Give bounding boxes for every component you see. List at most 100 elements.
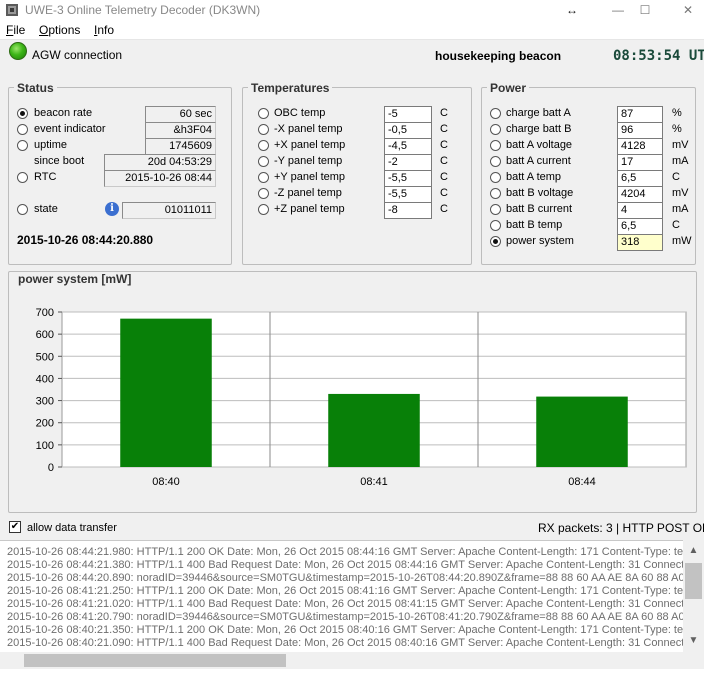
temp-radio-minus-y[interactable] xyxy=(258,156,269,167)
y-tick-label: 0 xyxy=(48,462,54,474)
temp-value-plus-y: -5,5 xyxy=(384,170,432,187)
power-unit-batt-b-voltage: mV xyxy=(672,187,689,199)
temp-unit-minus-z: C xyxy=(440,187,448,199)
event-indicator-value: &h3F04 xyxy=(145,122,216,139)
beacon-type: housekeeping beacon xyxy=(435,49,562,63)
y-tick-label: 400 xyxy=(36,373,54,385)
rtc-radio[interactable] xyxy=(17,172,28,183)
power-radio-batt-a-current[interactable] xyxy=(490,156,501,167)
y-tick-label: 500 xyxy=(36,351,54,363)
y-tick-label: 300 xyxy=(36,396,54,408)
temp-radio-plus-y[interactable] xyxy=(258,172,269,183)
temp-unit-plus-y: C xyxy=(440,171,448,183)
temp-radio-plus-z[interactable] xyxy=(258,204,269,215)
scroll-down-arrow-icon[interactable]: ▼ xyxy=(683,632,704,650)
power-value-batt-a-temp: 6,5 xyxy=(617,170,663,187)
since-boot-value: 20d 04:53:29 xyxy=(104,154,216,171)
connection-label: AGW connection xyxy=(32,48,123,62)
power-radio-power-system[interactable] xyxy=(490,236,501,247)
temp-radio-plus-x[interactable] xyxy=(258,140,269,151)
resize-arrows-icon[interactable]: ↔ xyxy=(552,0,592,20)
temp-label-plus-y: +Y panel temp xyxy=(274,171,346,183)
power-bar-chart: 0 100 200 300 400 500 600 700 08:40 08:41 08:44 xyxy=(36,307,687,488)
log-vertical-scroll-thumb[interactable] xyxy=(685,563,702,599)
power-unit-batt-a-voltage: mV xyxy=(672,139,689,151)
state-label: state xyxy=(34,203,58,215)
power-radio-batt-a-temp[interactable] xyxy=(490,172,501,183)
log-line: 2015-10-26 08:44:21.380: HTTP/1.1 400 Ba… xyxy=(7,559,693,571)
allow-data-transfer-label: allow data transfer xyxy=(27,522,117,534)
log-line: 2015-10-26 08:41:21.250: HTTP/1.1 200 OK… xyxy=(7,585,692,597)
event-indicator-radio[interactable] xyxy=(17,124,28,135)
bar xyxy=(120,318,212,467)
power-value-batt-a-voltage: 4128 xyxy=(617,138,663,155)
maximize-button[interactable]: ☐ xyxy=(625,0,665,20)
power-unit-charge-a: % xyxy=(672,107,682,119)
scroll-up-arrow-icon[interactable]: ▲ xyxy=(683,542,704,560)
log-line: 2015-10-26 08:40:21.350: HTTP/1.1 200 OK… xyxy=(7,624,692,636)
close-button[interactable]: ✕ xyxy=(668,0,704,20)
temp-value-plus-x: -4,5 xyxy=(384,138,432,155)
power-value-batt-a-current: 17 xyxy=(617,154,663,171)
uptime-label: uptime xyxy=(34,139,68,151)
menu-info[interactable]: Info xyxy=(94,23,114,37)
power-radio-charge-b[interactable] xyxy=(490,124,501,135)
window-title: UWE-3 Online Telemetry Decoder (DK3WN) xyxy=(25,3,261,17)
power-radio-charge-a[interactable] xyxy=(490,108,501,119)
power-label-batt-b-current: batt B current xyxy=(506,203,573,215)
power-label-charge-b: charge batt B xyxy=(506,123,572,135)
power-radio-batt-b-current[interactable] xyxy=(490,204,501,215)
y-tick-label: 200 xyxy=(36,418,54,430)
temp-value-minus-z: -5,5 xyxy=(384,186,432,203)
rtc-value: 2015-10-26 08:44 xyxy=(104,170,216,187)
log-line: 2015-10-26 08:44:20.890: noradID=39446&s… xyxy=(7,572,700,584)
log-line: 2015-10-26 08:41:20.790: noradID=39446&s… xyxy=(7,611,700,623)
rx-status: RX packets: 3 | HTTP POST OK: 3 xyxy=(538,521,704,535)
log-horizontal-scroll-thumb[interactable] xyxy=(24,654,286,667)
temperatures-title: Temperatures xyxy=(248,81,333,95)
power-unit-batt-b-current: mA xyxy=(672,203,689,215)
uptime-radio[interactable] xyxy=(17,140,28,151)
beacon-rate-radio[interactable] xyxy=(17,108,28,119)
temp-radio-obc[interactable] xyxy=(258,108,269,119)
power-value-batt-b-temp: 6,5 xyxy=(617,218,663,235)
chart-title: power system [mW] xyxy=(15,272,135,286)
power-value-charge-b: 96 xyxy=(617,122,663,139)
connection-led-icon xyxy=(9,42,27,60)
power-unit-batt-a-current: mA xyxy=(672,155,689,167)
temp-value-minus-x: -0,5 xyxy=(384,122,432,139)
temp-unit-plus-z: C xyxy=(440,203,448,215)
log-line: 2015-10-26 08:41:21.020: HTTP/1.1 400 Ba… xyxy=(7,598,693,610)
app-icon xyxy=(6,4,18,16)
power-radio-batt-b-voltage[interactable] xyxy=(490,188,501,199)
power-radio-batt-a-voltage[interactable] xyxy=(490,140,501,151)
temp-radio-minus-z[interactable] xyxy=(258,188,269,199)
temp-unit-plus-x: C xyxy=(440,139,448,151)
power-unit-batt-b-temp: C xyxy=(672,219,680,231)
power-label-batt-a-temp: batt A temp xyxy=(506,171,562,183)
power-radio-batt-b-temp[interactable] xyxy=(490,220,501,231)
beacon-rate-label: beacon rate xyxy=(34,107,93,119)
temp-unit-obc: C xyxy=(440,107,448,119)
temp-label-minus-z: -Z panel temp xyxy=(274,187,342,199)
menu-file[interactable]: File xyxy=(6,23,25,37)
state-radio[interactable] xyxy=(17,204,28,215)
allow-data-transfer-checkbox[interactable]: ✔ xyxy=(9,521,21,533)
temp-radio-minus-x[interactable] xyxy=(258,124,269,135)
temp-label-plus-x: +X panel temp xyxy=(274,139,346,151)
temp-unit-minus-y: C xyxy=(440,155,448,167)
info-icon[interactable]: i xyxy=(105,202,119,216)
power-label-batt-b-temp: batt B temp xyxy=(506,219,563,231)
since-boot-label: since boot xyxy=(34,155,85,167)
power-label-charge-a: charge batt A xyxy=(506,107,571,119)
menu-options[interactable]: Options xyxy=(39,23,80,37)
power-label-power-system: power system xyxy=(506,235,574,247)
x-tick-label: 08:40 xyxy=(152,476,180,488)
power-value-batt-b-voltage: 4204 xyxy=(617,186,663,203)
y-tick-label: 600 xyxy=(36,329,54,341)
bar xyxy=(328,393,420,467)
uptime-value: 1745609 xyxy=(145,138,216,155)
y-tick-label: 700 xyxy=(36,307,54,319)
event-indicator-label: event indicator xyxy=(34,123,106,135)
bar xyxy=(536,396,628,467)
